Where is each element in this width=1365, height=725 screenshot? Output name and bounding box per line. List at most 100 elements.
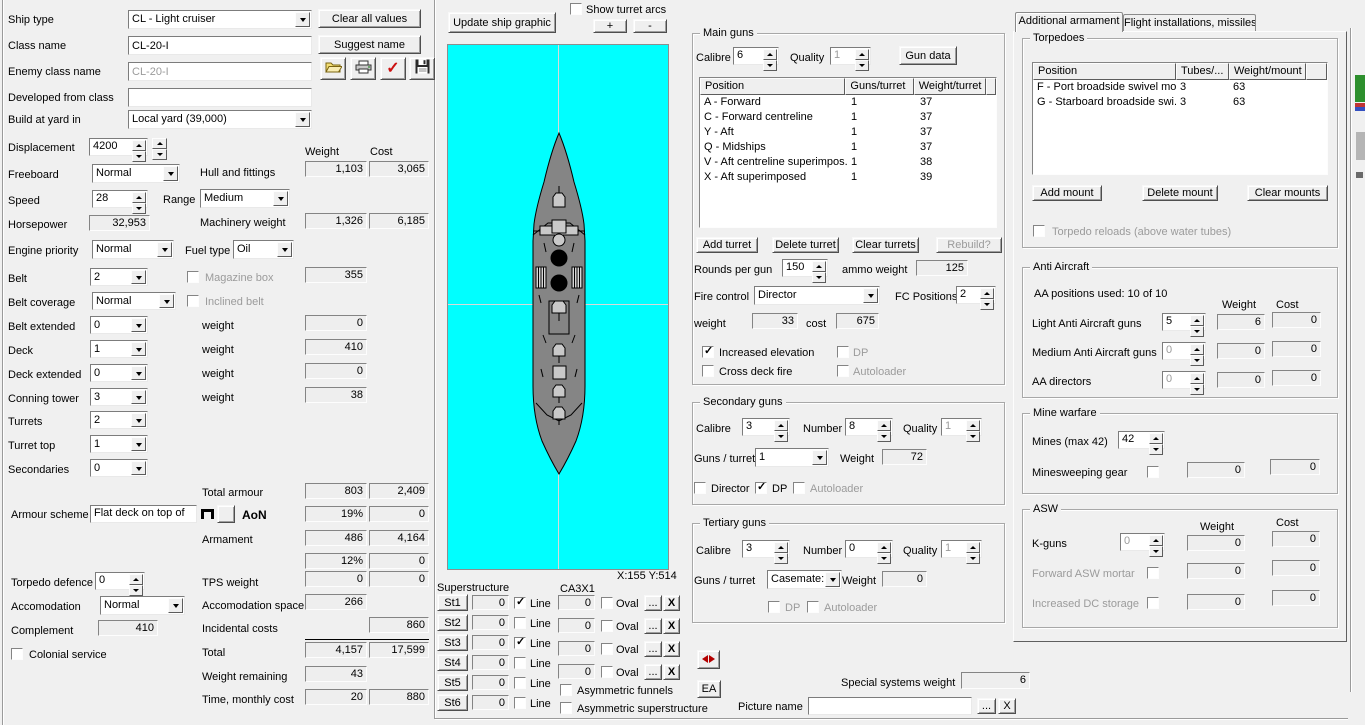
spin-up-icon[interactable] <box>129 574 143 585</box>
chevron-down-icon[interactable] <box>131 461 146 475</box>
clear-turrets-button[interactable]: Clear turrets <box>852 237 919 253</box>
spin-down-icon[interactable] <box>129 585 143 596</box>
chevron-down-icon[interactable] <box>295 12 310 27</box>
check-design-button[interactable]: ✓ <box>380 57 406 80</box>
oval3-checkbox[interactable]: ✓ <box>601 643 613 655</box>
chevron-down-icon[interactable] <box>131 270 146 284</box>
chevron-down-icon[interactable] <box>863 288 878 303</box>
colonial-service-checkbox[interactable]: ✓ <box>11 648 23 660</box>
spin-down-icon[interactable] <box>966 553 980 564</box>
armour-scheme-value[interactable]: Flat deck on top of <box>90 505 197 523</box>
show-turret-arcs-checkbox[interactable]: ✓ <box>570 3 582 15</box>
oval1-delete-button[interactable]: X <box>663 595 680 611</box>
oval3-browse-button[interactable]: ... <box>644 641 662 657</box>
main-gun-row[interactable]: V - Aft centreline superimpos... 1 38 <box>700 155 996 170</box>
chevron-down-icon[interactable] <box>131 413 146 427</box>
st2-button[interactable]: St2 <box>437 614 468 631</box>
oval1-checkbox[interactable]: ✓ <box>601 597 613 609</box>
secondary-number-spin[interactable]: 8 <box>845 418 893 436</box>
belt-extended-combo[interactable]: 0 <box>90 316 148 334</box>
spin-down-icon[interactable] <box>1190 355 1204 366</box>
spin-up-icon[interactable] <box>877 542 891 553</box>
main-gun-row[interactable]: C - Forward centreline 1 37 <box>700 110 996 125</box>
spin-up-icon[interactable] <box>1190 373 1204 384</box>
fire-control-combo[interactable]: Director <box>754 286 880 305</box>
chevron-down-icon[interactable] <box>131 318 146 332</box>
minesweeping-gear-checkbox[interactable]: ✓ <box>1147 466 1159 478</box>
main-gun-row[interactable]: X - Aft superimposed 1 39 <box>700 170 996 185</box>
add-mount-button[interactable]: Add mount <box>1032 185 1102 201</box>
delete-turret-button[interactable]: Delete turret <box>772 237 839 253</box>
spin-down-icon[interactable] <box>877 553 891 564</box>
spin-down-icon[interactable] <box>855 60 869 71</box>
engine-priority-combo[interactable]: Normal <box>92 240 174 259</box>
cross-deck-fire-checkbox[interactable]: ✓ <box>702 365 714 377</box>
chevron-down-icon[interactable] <box>163 166 178 181</box>
clear-mounts-button[interactable]: Clear mounts <box>1247 185 1328 201</box>
secondaries-combo[interactable]: 0 <box>90 459 148 477</box>
main-calibre-spin[interactable]: 6 <box>733 47 779 65</box>
torpedoes-col-tubes[interactable]: Tubes/... <box>1176 63 1229 80</box>
spin-down-icon[interactable] <box>1190 384 1204 395</box>
tertiary-number-spin[interactable]: 0 <box>845 540 893 558</box>
secondary-calibre-spin[interactable]: 3 <box>742 418 790 436</box>
delete-mount-button[interactable]: Delete mount <box>1142 185 1218 201</box>
turret-top-combo[interactable]: 1 <box>90 435 148 453</box>
st4-line-checkbox[interactable]: ✓ <box>514 657 526 669</box>
class-name-input[interactable] <box>128 36 312 55</box>
deck-combo[interactable]: 1 <box>90 340 148 358</box>
fc-positions-spin[interactable]: 2 <box>956 286 996 304</box>
spin-down-icon[interactable] <box>966 431 980 442</box>
spin-up-icon[interactable] <box>877 420 891 431</box>
spin-up-icon[interactable] <box>966 420 980 431</box>
chevron-down-icon[interactable] <box>131 366 146 380</box>
spin-down-icon[interactable] <box>132 151 146 162</box>
deck-extended-combo[interactable]: 0 <box>90 364 148 382</box>
spin-down-icon[interactable] <box>763 60 777 71</box>
light-aa-spin[interactable]: 5 <box>1162 313 1206 331</box>
displacement-spin[interactable]: 4200 <box>89 138 148 156</box>
belt-combo[interactable]: 2 <box>90 268 148 286</box>
ship-graphic-canvas[interactable] <box>447 44 669 570</box>
oval4-checkbox[interactable]: ✓ <box>601 666 613 678</box>
torpedo-row[interactable]: F - Port broadside swivel mo... 3 63 <box>1033 80 1327 95</box>
update-ship-graphic-button[interactable]: Update ship graphic <box>448 12 556 33</box>
spin-down-icon[interactable] <box>877 431 891 442</box>
secondary-dp-checkbox[interactable]: ✓ <box>755 482 767 494</box>
st3-button[interactable]: St3 <box>437 634 468 651</box>
print-button[interactable] <box>350 57 376 80</box>
torpedoes-col-weight[interactable]: Weight/mount <box>1229 63 1306 80</box>
spin-down-icon[interactable] <box>812 272 826 283</box>
speed-spin[interactable]: 28 <box>92 190 148 208</box>
spin-up-icon[interactable] <box>774 420 788 431</box>
spin-up-icon[interactable] <box>774 542 788 553</box>
main-guns-col-weight[interactable]: Weight/turret <box>914 78 986 95</box>
spin-up-icon[interactable] <box>1149 535 1163 546</box>
gun-data-button[interactable]: Gun data <box>899 46 957 65</box>
oval2-delete-button[interactable]: X <box>663 618 680 634</box>
torpedoes-col-position[interactable]: Position <box>1033 63 1176 80</box>
chevron-down-icon[interactable] <box>159 294 174 308</box>
oval2-checkbox[interactable]: ✓ <box>601 620 613 632</box>
chevron-down-icon[interactable] <box>131 437 146 451</box>
kguns-spin[interactable]: 0 <box>1120 533 1165 551</box>
torpedo-row[interactable]: G - Starboard broadside swi... 3 63 <box>1033 95 1327 110</box>
conning-tower-combo[interactable]: 3 <box>90 388 148 406</box>
oval4-browse-button[interactable]: ... <box>644 664 662 680</box>
ea-button[interactable]: EA <box>697 680 721 698</box>
chevron-down-icon[interactable] <box>812 450 827 465</box>
st5-line-checkbox[interactable]: ✓ <box>514 677 526 689</box>
oval4-delete-button[interactable]: X <box>663 664 680 680</box>
spin-down-icon[interactable] <box>1190 326 1204 337</box>
picture-browse-button[interactable]: ... <box>977 698 996 714</box>
rounds-per-gun-spin[interactable]: 150 <box>782 259 828 277</box>
spin-up-icon[interactable] <box>812 261 826 272</box>
belt-coverage-combo[interactable]: Normal <box>92 292 176 310</box>
main-guns-col-position[interactable]: Position <box>700 78 845 95</box>
spin-down-icon[interactable] <box>980 299 994 310</box>
tab-flight-installations[interactable]: Flight installations, missiles <box>1123 14 1256 32</box>
chevron-down-icon[interactable] <box>131 390 146 404</box>
st1-button[interactable]: St1 <box>437 594 468 611</box>
chevron-down-icon[interactable] <box>168 598 183 613</box>
turrets-combo[interactable]: 2 <box>90 411 148 429</box>
